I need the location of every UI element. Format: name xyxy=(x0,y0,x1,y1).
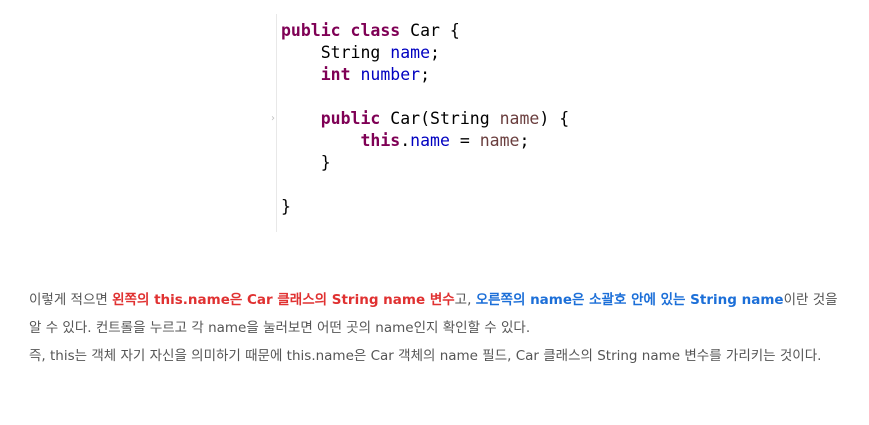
keyword: int xyxy=(320,65,351,84)
code-text: String xyxy=(281,43,391,62)
code-line-constructor: public Car(String name) { xyxy=(281,108,569,130)
highlight-blue: 오른쪽의 name은 소괄호 안에 있는 String name xyxy=(475,292,784,308)
field-identifier: name xyxy=(410,131,450,150)
code-line-class-close: } xyxy=(281,196,291,218)
paragraph-1: 이렇게 적으면 왼쪽의 this.name은 Car 클래스의 String n… xyxy=(29,286,839,342)
code-line-class-declaration: public class Car { xyxy=(281,20,460,42)
field-identifier: number xyxy=(360,65,421,84)
keyword: public xyxy=(281,21,341,40)
code-text: Car { xyxy=(400,21,460,40)
text-run: 고, xyxy=(454,292,476,308)
code-text: } xyxy=(281,153,331,172)
code-line-assignment: this.name = name; xyxy=(281,130,529,152)
code-line-number-field: int number; xyxy=(281,64,430,86)
keyword: this xyxy=(360,131,401,150)
code-line-name-field: String name; xyxy=(281,42,440,64)
highlight-red: 왼쪽의 this.name은 Car 클래스의 String name 변수 xyxy=(112,292,455,308)
parameter-identifier: name xyxy=(479,131,520,150)
keyword: public xyxy=(320,109,381,128)
text-run: 이렇게 적으면 xyxy=(29,292,113,308)
code-text: Car(String xyxy=(380,109,500,128)
code-text: ; xyxy=(519,131,530,150)
gutter-marker: › xyxy=(271,113,275,124)
code-text: ) { xyxy=(539,109,570,128)
code-text: = xyxy=(449,131,480,150)
code-text: } xyxy=(281,197,291,216)
explanation-text: 이렇게 적으면 왼쪽의 this.name은 Car 클래스의 String n… xyxy=(29,286,839,370)
keyword: class xyxy=(350,21,401,40)
field-identifier: name xyxy=(390,43,431,62)
code-text: ; xyxy=(420,65,431,84)
code-block: public class Car { String name; int numb… xyxy=(276,14,617,232)
code-text: . xyxy=(400,131,411,150)
parameter-identifier: name xyxy=(499,109,540,128)
code-text: ; xyxy=(430,43,440,62)
code-line-constructor-close: } xyxy=(281,152,331,174)
paragraph-2: 즉, this는 객체 자기 자신을 의미하기 때문에 this.name은 C… xyxy=(29,348,822,364)
